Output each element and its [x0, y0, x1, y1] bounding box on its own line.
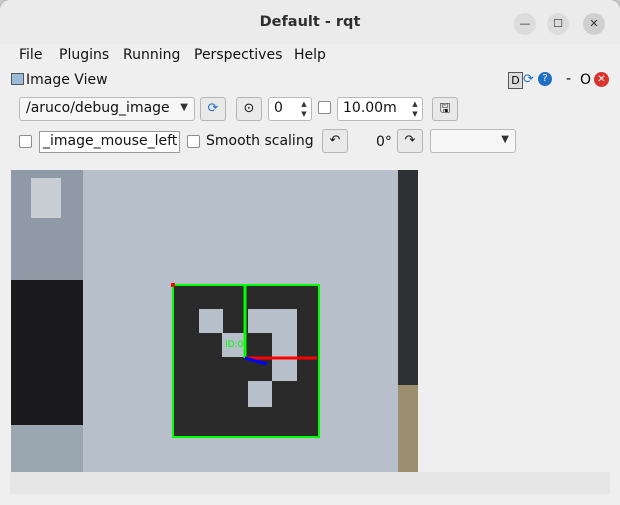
menu-plugins[interactable]: Plugins [59, 47, 109, 63]
aruco-marker: ID:0 [171, 283, 320, 438]
marker-id-label: ID:0 [225, 340, 244, 350]
menu-bar: File Plugins Running Perspectives Help [0, 44, 620, 68]
speaker-object [11, 280, 91, 450]
topic-value: /aruco/debug_image [26, 100, 170, 116]
menu-perspectives[interactable]: Perspectives [194, 47, 282, 63]
menu-file[interactable]: File [19, 47, 42, 63]
zoom-spinbox[interactable]: 0 ▲ ▼ [268, 97, 312, 121]
rotate-left-icon: ↶ [329, 133, 341, 148]
dock-title: Image View [26, 72, 108, 88]
rqt-window: Default - rqt — ☐ ✕ File Plugins Running… [0, 0, 620, 505]
spin-value: 0 [274, 100, 283, 116]
desk-left [11, 425, 91, 472]
corner-marker [171, 283, 175, 287]
mouse-topic-value: _image_mouse_left [43, 133, 178, 149]
timeout-spinbox[interactable]: 10.00m ▲ ▼ [337, 97, 423, 121]
mouse-topic-field[interactable]: _image_mouse_left [39, 131, 180, 153]
save-image-button[interactable]: 🖫 [432, 97, 458, 121]
smooth-scaling-label: Smooth scaling [206, 133, 314, 149]
mouse-publish-checkbox[interactable] [19, 135, 32, 148]
reload-icon[interactable]: ⟳ [523, 72, 537, 87]
camera-image-svg: ID:0 [11, 170, 418, 472]
menu-running[interactable]: Running [123, 47, 180, 63]
dock-minus-button[interactable]: - [566, 71, 571, 87]
marker-cell-1 [199, 309, 223, 333]
zoom-fit-button[interactable]: ⊙ [236, 97, 262, 121]
refresh-topics-button[interactable]: ⟳ [200, 97, 226, 121]
timeout-checkbox[interactable] [318, 101, 331, 114]
dock-close-icon[interactable]: ✕ [594, 72, 609, 87]
timeout-value: 10.00m [343, 100, 397, 116]
rotate-right-icon: ↷ [404, 133, 416, 148]
color-scheme-combo[interactable]: ▼ [430, 129, 516, 153]
wall-switch [31, 178, 61, 218]
rotate-left-button[interactable]: ↶ [322, 129, 348, 153]
menu-help[interactable]: Help [294, 47, 326, 63]
marker-cell-2 [248, 309, 297, 333]
dock-d-button[interactable]: D [508, 72, 523, 89]
chevron-down-icon: ▼ [501, 134, 509, 145]
refresh-icon: ⟳ [207, 101, 219, 116]
dock-float-button[interactable]: O [580, 72, 591, 88]
image-view-icon [11, 73, 24, 85]
status-bar [10, 472, 610, 494]
dock-title-bar[interactable]: Image View D ⟳ ? - O ✕ [10, 70, 610, 92]
close-button[interactable]: ✕ [583, 13, 605, 35]
marker-cell-5 [248, 381, 272, 407]
save-icon: 🖫 [439, 101, 451, 116]
timeout-arrows-icon[interactable]: ▲ ▼ [409, 99, 421, 119]
chevron-down-icon: ▼ [180, 102, 188, 113]
zoom-fit-icon: ⊙ [243, 101, 255, 116]
rotate-right-button[interactable]: ↷ [397, 129, 423, 153]
spin-arrows-icon[interactable]: ▲ ▼ [298, 99, 310, 119]
topic-combo[interactable]: /aruco/debug_image ▼ [19, 97, 195, 121]
title-bar[interactable]: Default - rqt — ☐ ✕ [0, 0, 620, 45]
help-icon[interactable]: ? [538, 72, 552, 86]
maximize-button[interactable]: ☐ [547, 13, 569, 35]
minimize-button[interactable]: — [514, 13, 536, 35]
camera-image[interactable]: ID:0 [11, 170, 418, 472]
smooth-scaling-checkbox[interactable] [187, 135, 200, 148]
rotation-label: 0° [376, 134, 392, 150]
